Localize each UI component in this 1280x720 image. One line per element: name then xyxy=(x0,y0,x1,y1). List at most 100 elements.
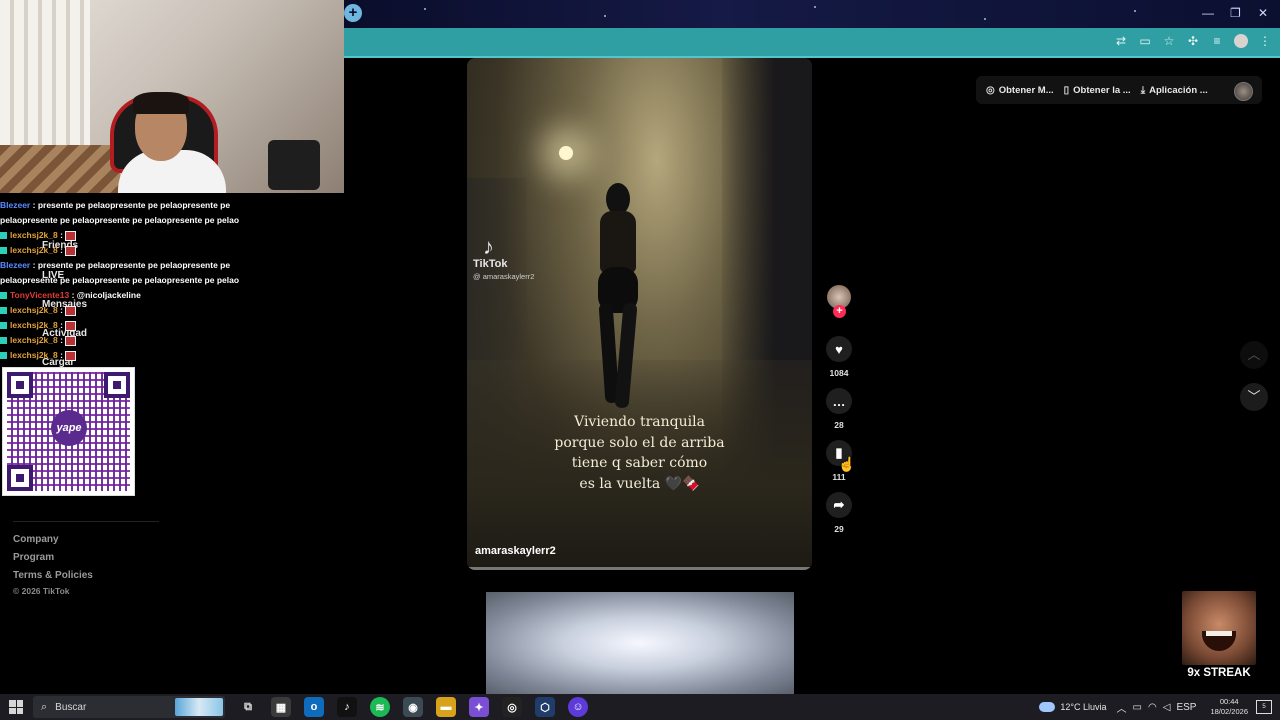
previous-video-button[interactable]: ︿ xyxy=(1240,341,1268,369)
tiktok-app-icon[interactable]: ♪ xyxy=(337,697,357,717)
video-scene-figure xyxy=(592,183,644,413)
video-progress-bar[interactable] xyxy=(467,567,812,570)
weather-text: 12°C Lluvia xyxy=(1060,702,1107,712)
extensions-icon[interactable]: ✣ xyxy=(1186,34,1200,48)
media-icon[interactable]: ≡ xyxy=(1210,34,1224,48)
weather-widget[interactable]: 12°C Lluvia xyxy=(1039,702,1107,712)
chat-username: lexchsj2k_8 xyxy=(10,320,58,330)
chat-username: Blezeer xyxy=(0,200,31,210)
video-scene-light xyxy=(559,146,573,160)
follow-plus-icon[interactable]: + xyxy=(833,305,846,318)
install-icon[interactable]: ▭ xyxy=(1138,34,1152,48)
comment-icon[interactable]: … xyxy=(826,388,852,414)
like-action: ♥ 1084 xyxy=(824,336,854,378)
mouse-cursor-icon: ☝ xyxy=(838,456,856,472)
phone-icon: ▯ xyxy=(1063,84,1070,96)
desktop-app-button[interactable]: ⤓ Aplicación ... xyxy=(1141,85,1208,96)
chat-message: lexchsj2k_8 : xyxy=(0,228,344,243)
streak-label: 9x STREAK xyxy=(1187,667,1251,679)
coins-icon: ◎ xyxy=(986,84,995,96)
caption-line: tiene q saber cómo xyxy=(571,455,708,471)
footer-link-company[interactable]: Company xyxy=(13,534,93,552)
address-bar[interactable]: ⇄ ▭ ☆ ✣ ≡ ⋮ xyxy=(344,28,1280,58)
discord-icon[interactable]: ☺ xyxy=(568,697,588,717)
get-coins-button[interactable]: ◎ Obtener M... xyxy=(986,85,1054,96)
notification-icon[interactable]: 5 xyxy=(1256,700,1272,714)
restore-icon[interactable]: ❐ xyxy=(1230,6,1241,20)
streak-image xyxy=(1182,591,1256,665)
chat-emote-icon xyxy=(65,230,77,241)
volume-icon[interactable]: ◁ xyxy=(1163,702,1171,713)
watermark-text: TikTok xyxy=(473,258,508,270)
chat-message: lexchsj2k_8 : xyxy=(0,348,344,363)
floor xyxy=(0,145,120,193)
heart-icon[interactable]: ♥ xyxy=(826,336,852,362)
outlook-icon[interactable]: o xyxy=(304,697,324,717)
sidebar-divider xyxy=(13,521,159,522)
caption-line: porque solo el de arriba xyxy=(554,434,725,451)
next-video-button[interactable]: ﹀ xyxy=(1240,383,1268,411)
chat-message: TonyVicente13 : @nicoljackeline xyxy=(0,288,344,303)
chat-text: pelaopresente pe pelaopresente pe pelaop… xyxy=(0,275,240,285)
chat-message: pelaopresente pe pelaopresente pe pelaop… xyxy=(0,213,344,228)
user-avatar[interactable] xyxy=(1234,82,1253,101)
clock-time: 00:44 xyxy=(1219,697,1239,706)
spotify-icon[interactable]: ≋ xyxy=(370,697,390,717)
clock[interactable]: 00:44 18/02/2026 xyxy=(1210,697,1248,717)
share-icon[interactable]: ➦ xyxy=(826,492,852,518)
search-highlight-art xyxy=(175,698,223,716)
chat-message: Blezeer : presente pe pelaopresente pe p… xyxy=(0,200,231,210)
share-action: ➦ 29 xyxy=(824,492,854,534)
save-count: 111 xyxy=(832,472,846,482)
wifi-icon[interactable]: ◠ xyxy=(1148,702,1157,713)
next-video-preview[interactable] xyxy=(486,592,794,694)
tray-overflow-icon[interactable]: ︿ xyxy=(1117,700,1127,715)
system-tray: 12°C Lluvia ︿ ▭ ◠ ◁ ESP 00:44 18/02/2026… xyxy=(1039,694,1280,720)
get-app-label: Obtener la ... xyxy=(1073,84,1131,96)
profile-icon[interactable] xyxy=(1234,34,1248,48)
chat-text: presente pe pelaopresente pe pelaopresen… xyxy=(37,200,231,210)
chat-emote-icon xyxy=(65,245,77,256)
clock-date: 18/02/2026 xyxy=(1210,707,1248,716)
caption-line: es la vuelta 🖤🍫 xyxy=(579,475,700,492)
language-indicator[interactable]: ESP xyxy=(1176,702,1196,713)
like-count: 1084 xyxy=(829,368,849,378)
chat-username: lexchsj2k_8 xyxy=(10,335,58,345)
chat-text: @nicoljackeline xyxy=(76,290,141,300)
translate-icon[interactable]: ⇄ xyxy=(1114,34,1128,48)
new-tab-button[interactable]: + xyxy=(344,4,362,22)
copyright: © 2026 TikTok xyxy=(13,586,70,596)
desk-item xyxy=(268,140,320,190)
get-app-button[interactable]: ▯ Obtener la ... xyxy=(1064,85,1131,96)
chat-message: lexchsj2k_8 : xyxy=(0,243,344,258)
chrome-icon[interactable]: ◉ xyxy=(403,697,423,717)
chat-username: lexchsj2k_8 xyxy=(10,230,58,240)
bookmark-star-icon[interactable]: ☆ xyxy=(1162,34,1176,48)
taskbar-search[interactable]: ⌕ Buscar xyxy=(33,696,225,718)
file-explorer-icon[interactable]: ▬ xyxy=(436,697,456,717)
store-icon[interactable]: ▦ xyxy=(271,697,291,717)
footer-link-program[interactable]: Program xyxy=(13,552,93,570)
watermark-handle: @ amaraskaylerr2 xyxy=(473,272,535,281)
task-view-icon[interactable]: ⧉ xyxy=(238,697,258,717)
windows-start-icon[interactable] xyxy=(9,700,23,714)
tiktok-note-icon: ♪ xyxy=(483,234,494,259)
video-author[interactable]: amaraskaylerr2 xyxy=(475,545,556,557)
video-player[interactable]: ♪ TikTok @ amaraskaylerr2 Viviendo tranq… xyxy=(467,58,812,570)
get-coins-label: Obtener M... xyxy=(998,84,1054,96)
tiktok-watermark: ♪ TikTok @ amaraskaylerr2 xyxy=(473,236,573,282)
copilot-icon[interactable]: ✦ xyxy=(469,697,489,717)
obs-icon[interactable]: ◎ xyxy=(502,697,522,717)
chat-badge-icon xyxy=(0,232,7,240)
streamer-hair xyxy=(133,92,189,114)
creator-avatar-button[interactable]: + xyxy=(824,285,854,318)
chat-username: Blezeer xyxy=(0,260,31,270)
menu-icon[interactable]: ⋮ xyxy=(1258,34,1272,48)
streamlabs-icon[interactable]: ⬡ xyxy=(535,697,555,717)
chat-message: pelaopresente pe pelaopresente pe pelaop… xyxy=(0,273,344,288)
minimize-icon[interactable]: — xyxy=(1202,6,1214,20)
chat-message: lexchsj2k_8 : xyxy=(0,303,344,318)
close-icon[interactable]: ✕ xyxy=(1258,6,1268,20)
browser-tab-strip: — ❐ ✕ xyxy=(344,0,1280,28)
search-placeholder: Buscar xyxy=(55,701,87,713)
